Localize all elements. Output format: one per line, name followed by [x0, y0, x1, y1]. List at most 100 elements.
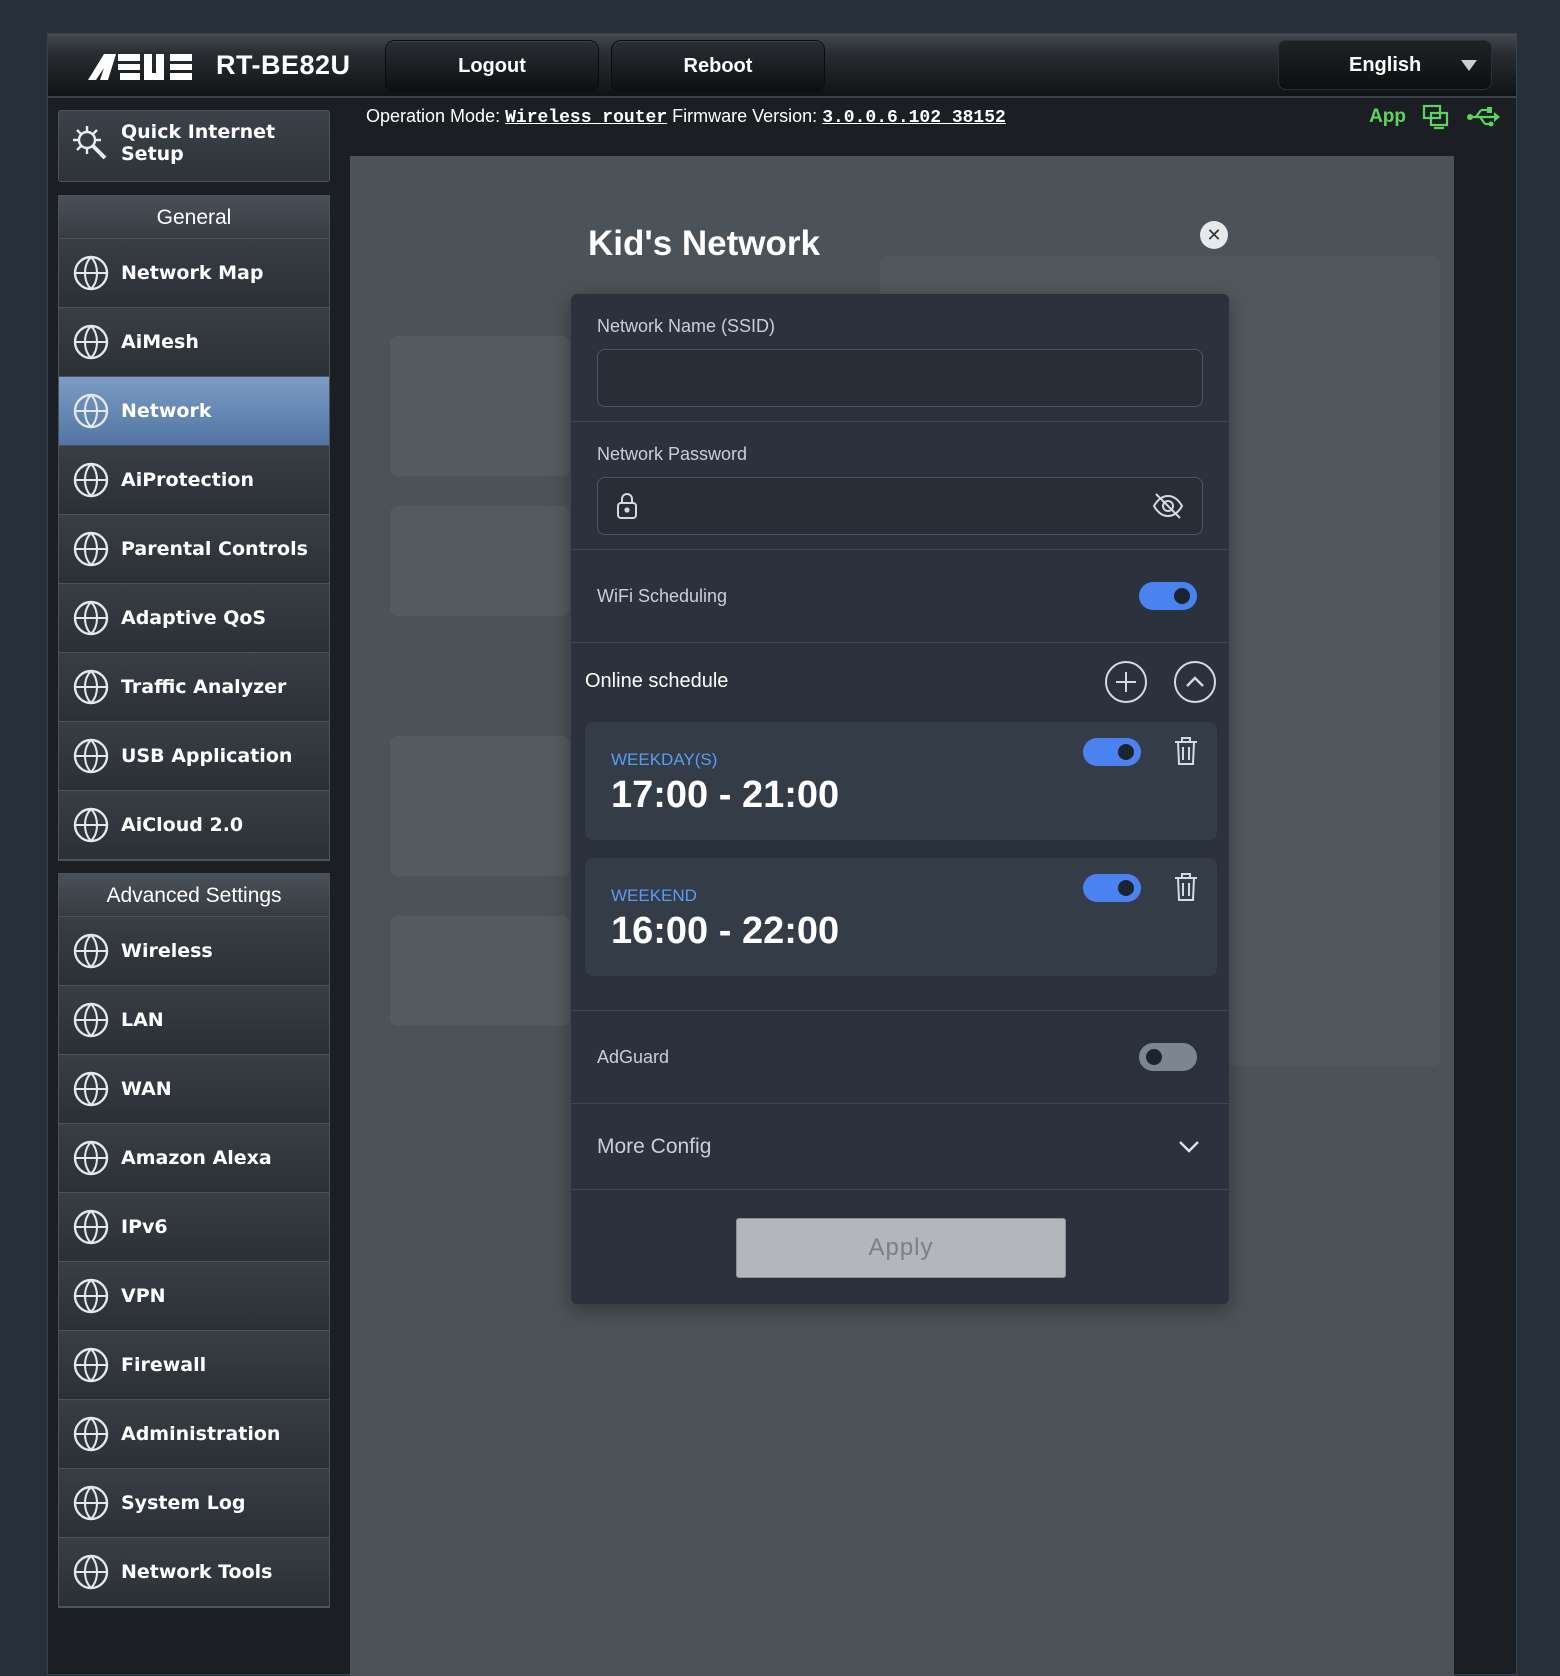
advanced-menu: Advanced Settings Wireless LAN WAN Amazon A… [58, 873, 330, 1608]
sidebar-item-label: AiCloud 2.0 [121, 814, 244, 836]
sidebar-item-label: Network [121, 400, 212, 422]
chevron-up-icon [1186, 676, 1204, 687]
modal-title: Kid's Network [588, 224, 820, 263]
sidebar-item-wireless[interactable]: Wireless [59, 917, 329, 986]
sidebar-item-vpn[interactable]: VPN [59, 1262, 329, 1331]
sidebar-item-lan[interactable]: LAN [59, 986, 329, 1055]
advanced-header: Advanced Settings [59, 874, 329, 917]
add-schedule-button[interactable] [1105, 661, 1147, 703]
sidebar-item-label: Amazon Alexa [121, 1147, 272, 1169]
sidebar-item-label: Parental Controls [121, 538, 308, 560]
parental-controls-icon [73, 531, 109, 567]
sidebar-item-amazon-alexa[interactable]: Amazon Alexa [59, 1124, 329, 1193]
devices-icon[interactable] [1422, 104, 1450, 130]
ssid-label: Network Name (SSID) [597, 316, 776, 336]
online-schedule-title: Online schedule [585, 670, 729, 692]
sidebar-item-label: System Log [121, 1492, 246, 1514]
sidebar-item-label: Network Tools [121, 1561, 273, 1583]
collapse-schedule-button[interactable] [1174, 661, 1216, 703]
password-label: Network Password [597, 444, 748, 464]
close-modal-button[interactable]: ✕ [1200, 221, 1228, 249]
network-icon [73, 393, 109, 429]
sidebar-item-label: IPv6 [121, 1216, 168, 1238]
sidebar-item-wan[interactable]: WAN [59, 1055, 329, 1124]
firmware-link[interactable]: 3.0.0.6.102_38152 [822, 108, 1006, 128]
sidebar-item-adaptive-qos[interactable]: Adaptive QoS [59, 584, 329, 653]
kids-network-panel: Network Name (SSID) Network Password WiF… [571, 294, 1229, 1304]
sidebar-item-aiprotection[interactable]: AiProtection [59, 446, 329, 515]
ipv6-icon [73, 1209, 109, 1245]
sidebar-item-firewall[interactable]: Firewall [59, 1331, 329, 1400]
trash-icon[interactable] [1173, 736, 1199, 766]
schedule-card-weekday: WEEKDAY(S) 17:00 - 21:00 [585, 722, 1217, 840]
sidebar-item-label: Adaptive QoS [121, 607, 267, 629]
sidebar-item-label: USB Application [121, 745, 293, 767]
sidebar-item-network[interactable]: Network [59, 377, 329, 446]
firewall-icon [73, 1347, 109, 1383]
password-input[interactable] [597, 477, 1203, 535]
sidebar-item-system-log[interactable]: System Log [59, 1469, 329, 1538]
trash-icon[interactable] [1173, 872, 1199, 902]
system-log-icon [73, 1485, 109, 1521]
status-icons: App [1369, 104, 1500, 130]
ssid-row: Network Name (SSID) [571, 294, 1229, 422]
network-tools-icon [73, 1554, 109, 1590]
ssid-input[interactable] [597, 349, 1203, 407]
eye-off-icon[interactable] [1152, 492, 1184, 520]
logout-button[interactable]: Logout [385, 40, 599, 92]
lan-icon [73, 1002, 109, 1038]
password-row: Network Password [571, 422, 1229, 550]
wan-globe-icon [73, 1071, 109, 1107]
top-bar: RT-BE82U Logout Reboot English [48, 34, 1516, 98]
reboot-button[interactable]: Reboot [611, 40, 825, 92]
adguard-label: AdGuard [597, 1047, 670, 1067]
sidebar-item-label: Administration [121, 1423, 281, 1445]
sidebar-item-label: LAN [121, 1009, 164, 1031]
adguard-toggle[interactable] [1139, 1043, 1197, 1071]
wifi-scheduling-label: WiFi Scheduling [597, 586, 728, 606]
asus-logo [88, 54, 192, 80]
sidebar-item-traffic-analyzer[interactable]: Traffic Analyzer [59, 653, 329, 722]
schedule-days: WEEKDAY(S) [611, 750, 718, 769]
quick-setup-label: Quick Internet Setup [121, 121, 276, 165]
qos-gauge-icon [73, 600, 109, 636]
general-header: General [59, 196, 329, 239]
sidebar-item-parental-controls[interactable]: Parental Controls [59, 515, 329, 584]
sidebar-item-network-tools[interactable]: Network Tools [59, 1538, 329, 1607]
sidebar-item-label: VPN [121, 1285, 166, 1307]
wifi-scheduling-row: WiFi Scheduling [571, 550, 1229, 643]
sidebar-item-aicloud-2-0[interactable]: AiCloud 2.0 [59, 791, 329, 860]
usb-status-icon[interactable] [1466, 106, 1500, 128]
router-frame: RT-BE82U Logout Reboot English Operation… [47, 33, 1517, 1676]
sidebar-item-aimesh[interactable]: AiMesh [59, 308, 329, 377]
sidebar-item-label: Traffic Analyzer [121, 676, 287, 698]
quick-internet-setup-button[interactable]: Quick Internet Setup [58, 110, 330, 182]
aiprotection-icon [73, 462, 109, 498]
app-link[interactable]: App [1369, 106, 1406, 128]
sidebar-item-administration[interactable]: Administration [59, 1400, 329, 1469]
sidebar-item-ipv6[interactable]: IPv6 [59, 1193, 329, 1262]
sidebar-item-label: AiProtection [121, 469, 254, 491]
aimesh-icon [73, 324, 109, 360]
wireless-icon [73, 933, 109, 969]
network-map-icon [73, 255, 109, 291]
quick-setup-icon [73, 126, 107, 160]
lock-icon [617, 493, 637, 519]
op-mode-link[interactable]: Wireless router [505, 108, 667, 128]
apply-button[interactable]: Apply [736, 1218, 1066, 1278]
more-config-row[interactable]: More Config [571, 1103, 1229, 1190]
router-model: RT-BE82U [216, 50, 351, 80]
sidebar-item-label: Wireless [121, 940, 213, 962]
alexa-icon [73, 1140, 109, 1176]
sidebar-item-label: WAN [121, 1078, 172, 1100]
more-config-label: More Config [597, 1135, 712, 1158]
language-select[interactable]: English [1278, 40, 1492, 90]
wifi-scheduling-toggle[interactable] [1139, 582, 1197, 610]
language-value: English [1349, 54, 1422, 76]
plus-icon [1116, 672, 1136, 692]
schedule-toggle[interactable] [1083, 874, 1141, 902]
sidebar-item-usb-application[interactable]: USB Application [59, 722, 329, 791]
sidebar-item-network-map[interactable]: Network Map [59, 239, 329, 308]
chevron-down-icon[interactable] [1177, 1137, 1201, 1155]
schedule-toggle[interactable] [1083, 738, 1141, 766]
